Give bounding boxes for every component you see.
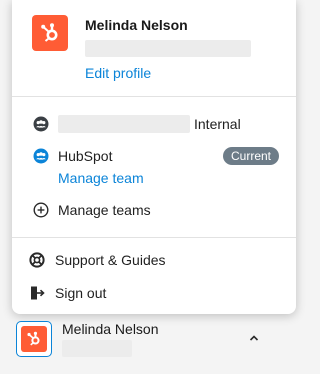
manage-team-link[interactable]: Manage team (58, 170, 144, 186)
team-hubspot-label[interactable]: HubSpot (58, 148, 112, 164)
plus-circle-icon (33, 202, 49, 218)
hubspot-logo-icon (32, 15, 68, 51)
edit-profile-link[interactable]: Edit profile (85, 65, 151, 81)
hubspot-logo-icon (16, 321, 52, 357)
team-internal-label[interactable]: Internal (194, 116, 241, 132)
divider (12, 237, 296, 238)
footer-user-name: Melinda Nelson (62, 321, 159, 337)
profile-email-redacted (85, 40, 251, 57)
manage-teams-item[interactable]: Manage teams (58, 202, 151, 218)
lifebuoy-icon (29, 252, 45, 268)
team-people-icon (33, 148, 49, 164)
divider (12, 96, 296, 97)
team-people-icon (33, 116, 49, 132)
team-name-redacted (58, 115, 190, 133)
support-guides-item[interactable]: Support & Guides (55, 252, 166, 268)
profile-name: Melinda Nelson (85, 17, 188, 33)
sign-out-item[interactable]: Sign out (55, 285, 106, 301)
account-switcher[interactable]: Melinda Nelson (12, 314, 296, 374)
footer-account-redacted (62, 340, 132, 357)
chevron-up-icon[interactable] (248, 332, 260, 344)
current-team-badge: Current (223, 147, 280, 165)
account-menu-panel: Melinda Nelson Edit profile Internal Hub… (12, 0, 296, 314)
sign-out-icon (29, 285, 45, 301)
